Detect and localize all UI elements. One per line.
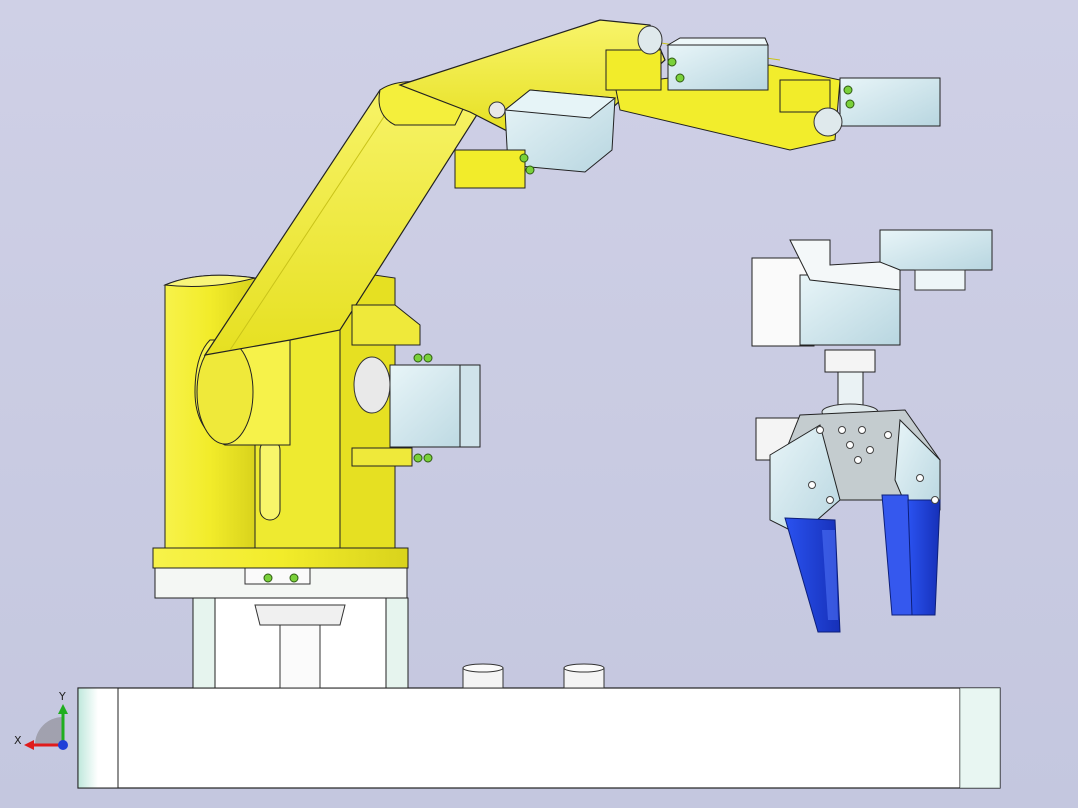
y-axis-label: Y [58, 690, 66, 703]
gripper-rotator[interactable] [821, 349, 879, 421]
base-plate[interactable] [77, 687, 1001, 789]
cad-viewport[interactable]: Y X [0, 0, 1078, 808]
x-axis-label: X [14, 734, 22, 747]
robot-arm-scene: Y X [14, 19, 1001, 789]
elbow-bracket [454, 149, 526, 189]
shoulder-joint[interactable] [194, 339, 291, 446]
upper-arm-link[interactable] [203, 79, 481, 356]
base-pedestal[interactable] [154, 565, 409, 689]
coordinate-triad: Y X [14, 690, 68, 750]
gripper-finger-right[interactable] [881, 494, 941, 616]
plate-standoffs [462, 663, 605, 689]
gripper-finger-left[interactable] [784, 517, 841, 633]
gripper-wrist-servo[interactable] [751, 229, 993, 347]
